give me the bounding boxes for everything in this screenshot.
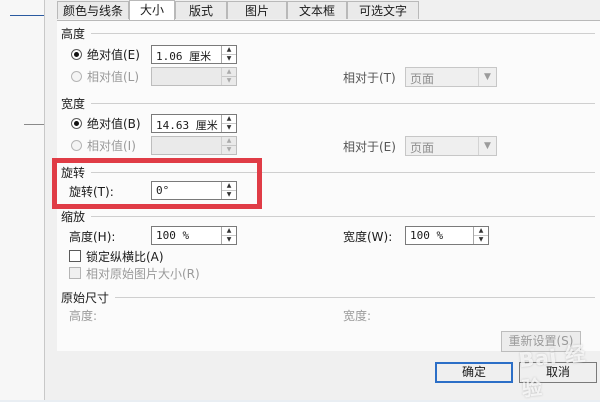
document-rule-line-2	[24, 124, 44, 125]
height-section-title: 高度	[61, 27, 86, 41]
lock-aspect-label: 锁定纵横比(A)	[86, 250, 164, 264]
width-relative-radio[interactable]	[71, 140, 82, 151]
rotation-spinner[interactable]: 0° ▲ ▼	[151, 181, 237, 200]
spin-down-icon[interactable]: ▼	[222, 146, 236, 154]
rotation-label: 旋转(T):	[69, 185, 114, 199]
spin-down-icon[interactable]: ▼	[222, 236, 236, 244]
lock-aspect-checkbox[interactable]	[69, 250, 81, 262]
ok-button[interactable]: 确定	[435, 362, 513, 383]
width-section-divider	[91, 103, 595, 104]
spin-up-icon[interactable]: ▲	[222, 182, 236, 191]
scale-width-label: 宽度(W):	[343, 230, 393, 244]
scale-height-label: 高度(H):	[69, 230, 116, 244]
width-relative-to-label: 相对于(E)	[343, 140, 396, 154]
height-absolute-radio[interactable]	[71, 49, 82, 60]
tab-size[interactable]: 大小	[129, 0, 175, 21]
scale-width-value: 100 %	[410, 229, 444, 242]
scale-section-title: 缩放	[61, 210, 86, 224]
spin-down-icon[interactable]: ▼	[222, 77, 236, 85]
spin-down-icon[interactable]: ▼	[474, 236, 488, 244]
height-absolute-value: 1.06 厘米	[156, 50, 212, 63]
spin-down-icon[interactable]: ▼	[222, 55, 236, 63]
width-absolute-value: 14.63 厘米	[156, 119, 218, 132]
scale-section-divider	[91, 216, 595, 217]
document-margin-strip	[0, 0, 44, 400]
tab-alt-text[interactable]: 可选文字	[347, 1, 419, 19]
original-height-label: 高度:	[69, 309, 98, 323]
size-tab-panel: 高度 绝对值(E) 1.06 厘米 ▲ ▼ 相对值(L) ▲ ▼ 相对于(T) 页面…	[57, 20, 600, 352]
width-absolute-label: 绝对值(B)	[87, 117, 141, 131]
height-absolute-label: 绝对值(E)	[87, 48, 140, 62]
spin-down-icon[interactable]: ▼	[222, 191, 236, 199]
height-relative-label: 相对值(L)	[87, 70, 140, 84]
height-relative-to-label: 相对于(T)	[343, 71, 396, 85]
rotation-section-title: 旋转	[61, 166, 86, 180]
relative-original-label: 相对原始图片大小(R)	[86, 267, 200, 281]
baidu-watermark: Bai 经验	[517, 341, 588, 402]
spin-up-icon[interactable]: ▲	[222, 137, 236, 146]
original-size-section-divider	[115, 297, 595, 298]
format-picture-dialog: 颜色与线条 大小 版式 图片 文本框 可选文字 高度 绝对值(E) 1.06 厘…	[44, 0, 600, 400]
height-relative-to-select[interactable]: 页面 ▼	[405, 67, 497, 87]
document-rule-line	[10, 15, 44, 16]
width-relative-label: 相对值(I)	[87, 139, 136, 153]
spin-down-icon[interactable]: ▼	[222, 124, 236, 132]
width-absolute-radio[interactable]	[71, 118, 82, 129]
spin-up-icon[interactable]: ▲	[222, 227, 236, 236]
relative-original-checkbox[interactable]	[69, 267, 81, 279]
width-relative-to-select[interactable]: 页面 ▼	[405, 136, 497, 156]
width-relative-spinner[interactable]: ▲ ▼	[151, 136, 237, 155]
width-section-title: 宽度	[61, 97, 86, 111]
rotation-value: 0°	[156, 184, 170, 197]
height-relative-spinner[interactable]: ▲ ▼	[151, 67, 237, 86]
height-relative-radio[interactable]	[71, 71, 82, 82]
original-size-section-title: 原始尺寸	[61, 291, 110, 305]
scale-height-value: 100 %	[156, 229, 190, 242]
spin-up-icon[interactable]: ▲	[222, 46, 236, 55]
width-absolute-spinner[interactable]: 14.63 厘米 ▲ ▼	[151, 114, 237, 133]
original-width-label: 宽度:	[343, 309, 372, 323]
tab-picture[interactable]: 图片	[227, 1, 287, 19]
scale-height-spinner[interactable]: 100 % ▲ ▼	[151, 226, 237, 245]
tab-layout[interactable]: 版式	[175, 1, 227, 19]
spin-up-icon[interactable]: ▲	[474, 227, 488, 236]
rotation-section-divider	[91, 172, 595, 173]
scale-width-spinner[interactable]: 100 % ▲ ▼	[405, 226, 489, 245]
chevron-down-icon[interactable]: ▼	[478, 68, 496, 86]
tab-textbox[interactable]: 文本框	[287, 1, 347, 19]
height-absolute-spinner[interactable]: 1.06 厘米 ▲ ▼	[151, 45, 237, 64]
spin-up-icon[interactable]: ▲	[222, 68, 236, 77]
height-section-divider	[91, 33, 595, 34]
chevron-down-icon[interactable]: ▼	[478, 137, 496, 155]
tab-colors-lines[interactable]: 颜色与线条	[57, 1, 129, 19]
spin-up-icon[interactable]: ▲	[222, 115, 236, 124]
